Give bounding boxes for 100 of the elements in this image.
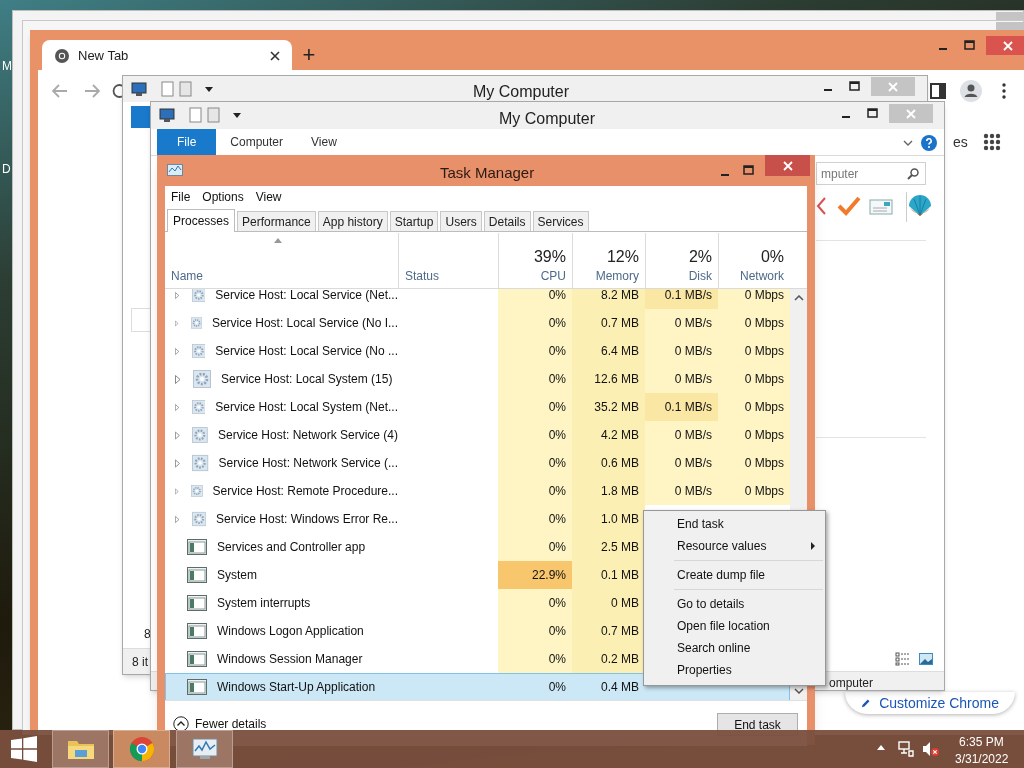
column-total: 0% xyxy=(760,247,784,267)
desktop-icon-label[interactable]: D xyxy=(2,161,11,177)
table-cell: 0 Mbps xyxy=(718,365,790,393)
process-name: Service Host: Remote Procedure... xyxy=(212,483,398,500)
table-cell: 0.1 MB/s xyxy=(645,289,718,309)
column-header[interactable]: Memory xyxy=(595,267,639,285)
table-cell: 12.6 MB xyxy=(572,365,645,393)
process-row[interactable]: Service Host: Remote Procedure... 0% 1.8 MB 0 MB/s 0 Mbps xyxy=(165,477,790,505)
desktop-icon-label[interactable]: M xyxy=(2,58,12,74)
column-header[interactable]: CPU xyxy=(540,267,566,285)
table-cell: 0% xyxy=(498,365,572,393)
column-header[interactable]: Disk xyxy=(688,267,712,285)
window-title: My Computer xyxy=(499,109,596,129)
tab[interactable]: Performance xyxy=(237,211,316,231)
menu-item[interactable]: File xyxy=(171,188,191,206)
table-cell: 0 Mbps xyxy=(718,393,790,421)
table-cell: 0 Mbps xyxy=(718,421,790,449)
menu-item[interactable]: End task xyxy=(644,513,825,535)
menu-item[interactable]: Go to details xyxy=(644,593,825,615)
table-cell: 0 Mbps xyxy=(718,309,790,337)
column-header[interactable]: Name xyxy=(171,267,203,285)
table-cell: 0% xyxy=(498,393,572,421)
process-name: Windows Session Manager xyxy=(217,651,363,668)
table-cell: 0.7 MB xyxy=(572,617,645,645)
tab[interactable]: Details xyxy=(483,211,531,231)
table-cell: 0 MB/s xyxy=(645,477,718,505)
tab[interactable]: Processes xyxy=(167,209,236,232)
process-row[interactable]: Service Host: Local System (Net... 0% 35.2 MB 0.1 MB/s 0 Mbps xyxy=(165,393,790,421)
table-cell: 4.2 MB xyxy=(572,421,645,449)
table-cell: 2.5 MB xyxy=(572,533,645,561)
column-header[interactable]: Status xyxy=(405,267,440,285)
table-cell: 0% xyxy=(498,589,572,617)
process-name: Service Host: Network Service (... xyxy=(218,455,398,472)
table-cell: 0% xyxy=(498,505,572,533)
menu-item[interactable]: Options xyxy=(202,188,244,206)
clock-date[interactable]: 3/31/2022 xyxy=(955,750,1009,768)
status-text: 8 it xyxy=(132,654,148,671)
table-cell: 0.7 MB xyxy=(572,309,645,337)
table-cell: 0 MB/s xyxy=(645,421,718,449)
link-text[interactable]: es xyxy=(953,132,968,153)
table-cell: 6.4 MB xyxy=(572,337,645,365)
process-name: Service Host: Local Service (No ... xyxy=(215,343,398,360)
menu-item[interactable]: Resource values xyxy=(644,535,825,557)
table-cell: 0 MB/s xyxy=(645,365,718,393)
process-row[interactable]: Service Host: Local Service (Net... 0% 8.2 MB 0.1 MB/s 0 Mbps xyxy=(165,289,790,309)
table-cell: 0 MB/s xyxy=(645,449,718,477)
process-name: System interrupts xyxy=(217,595,311,612)
window-title: Task Manager xyxy=(440,163,535,183)
ribbon-tab[interactable]: View xyxy=(297,129,351,155)
process-name: Windows Logon Application xyxy=(217,623,364,640)
tab[interactable]: App history xyxy=(317,211,388,231)
process-name: System xyxy=(217,567,257,584)
menu-item[interactable]: Create dump file xyxy=(644,564,825,586)
table-cell: 0% xyxy=(498,449,572,477)
process-name: Service Host: Local Service (Net... xyxy=(215,289,398,304)
table-cell: 1.0 MB xyxy=(572,505,645,533)
tab[interactable]: Users xyxy=(440,211,482,231)
table-cell: 22.9% xyxy=(498,561,572,589)
process-row[interactable]: Service Host: Network Service (4) 0% 4.2 MB 0 MB/s 0 Mbps xyxy=(165,421,790,449)
menu-item[interactable]: View xyxy=(255,188,282,206)
window-title: My Computer xyxy=(473,82,570,102)
table-cell: 0 Mbps xyxy=(718,477,790,505)
table-cell: 0 MB xyxy=(572,589,645,617)
table-cell: 0.1 MB/s xyxy=(645,393,718,421)
table-cell: 8.2 MB xyxy=(572,289,645,309)
ribbon-tab[interactable]: Computer xyxy=(216,129,298,155)
column-total: 2% xyxy=(688,247,712,267)
process-row[interactable]: Service Host: Local Service (No I... 0% 0.7 MB 0 MB/s 0 Mbps xyxy=(165,309,790,337)
table-cell: 0% xyxy=(498,617,572,645)
item-label: 8 xyxy=(144,626,151,643)
process-name: Service Host: Windows Error Re... xyxy=(215,511,398,528)
table-cell: 0.2 MB xyxy=(572,645,645,673)
search-field[interactable]: mputer xyxy=(816,162,926,185)
process-row[interactable]: Service Host: Local System (15) 0% 12.6 MB 0 MB/s 0 Mbps xyxy=(165,365,790,393)
tab[interactable]: Startup xyxy=(389,211,439,231)
table-cell: 0% xyxy=(498,337,572,365)
table-cell: 1.8 MB xyxy=(572,477,645,505)
table-cell: 0% xyxy=(498,477,572,505)
table-cell-text: 0.4 MB xyxy=(600,679,640,696)
column-total: 39% xyxy=(533,247,566,267)
process-row[interactable]: Service Host: Network Service (... 0% 0.6 MB 0 MB/s 0 Mbps xyxy=(165,449,790,477)
menu-item[interactable]: Search online xyxy=(644,637,825,659)
table-cell: 0% xyxy=(498,645,572,673)
clock-time[interactable]: 6:35 PM xyxy=(959,733,1004,751)
process-name: Service Host: Network Service (4) xyxy=(217,427,398,444)
menu-item[interactable]: Open file location xyxy=(644,615,825,637)
new-tab-button[interactable]: + xyxy=(299,43,319,67)
table-cell: 0% xyxy=(498,421,572,449)
tab[interactable]: Services xyxy=(532,211,589,231)
column-header[interactable]: Network xyxy=(740,267,784,285)
process-name: Windows Start-Up Application xyxy=(217,679,376,696)
column-total: 12% xyxy=(606,247,639,267)
table-cell-text: 0% xyxy=(547,679,567,696)
process-row[interactable]: Service Host: Local Service (No ... 0% 6.4 MB 0 MB/s 0 Mbps xyxy=(165,337,790,365)
customize-chrome-button[interactable]: Customize Chrome xyxy=(845,692,1015,714)
table-cell: 0 Mbps xyxy=(718,449,790,477)
process-name: Services and Controller app xyxy=(217,539,366,556)
ribbon-tab[interactable]: File xyxy=(157,129,217,155)
status-text: omputer xyxy=(829,675,874,692)
browser-tab[interactable]: New Tab xyxy=(42,40,292,72)
